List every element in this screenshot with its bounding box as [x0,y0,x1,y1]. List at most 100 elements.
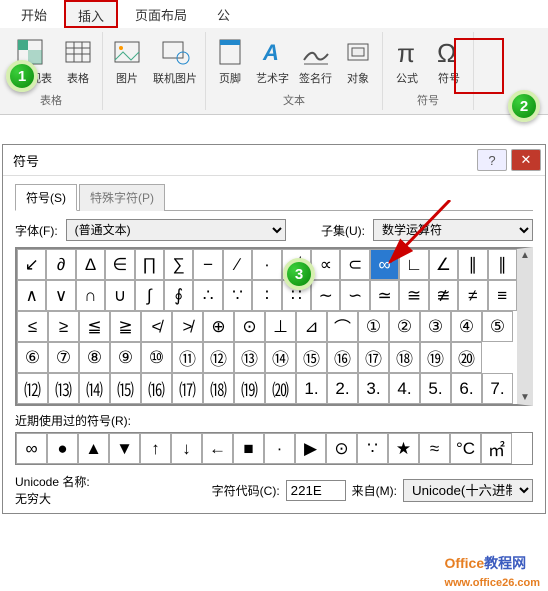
symbol-cell[interactable]: ≠ [458,280,487,311]
symbol-cell[interactable]: ∝ [311,249,340,280]
scroll-up-icon[interactable]: ▲ [519,249,531,262]
tab-insert[interactable]: 插入 [64,0,118,28]
symbol-cell[interactable]: ⊙ [234,311,265,342]
symbol-cell[interactable]: ⒁ [79,373,110,404]
symbol-cell[interactable]: ⒇ [265,373,296,404]
sigline-button[interactable]: 签名行 [297,34,334,88]
symbol-cell[interactable]: ≃ [370,280,399,311]
scroll-down-icon[interactable]: ▼ [519,391,531,404]
symbol-cell[interactable]: ∙ [252,249,281,280]
symbol-cell[interactable]: ⊥ [265,311,296,342]
symbol-cell[interactable]: ⑩ [141,342,172,373]
symbol-cell[interactable]: ⒅ [203,373,234,404]
symbol-cell[interactable]: ⑭ [265,342,296,373]
tab-special-chars[interactable]: 特殊字符(P) [79,184,165,211]
recent-symbol-cell[interactable]: ∙ [264,433,295,464]
symbol-cell[interactable]: ∪ [105,280,134,311]
symbol-cell[interactable]: ∽ [340,280,369,311]
symbol-cell[interactable]: ⑬ [234,342,265,373]
recent-symbol-cell[interactable]: ∵ [357,433,388,464]
symbol-cell[interactable]: ∞ [370,249,399,280]
symbol-cell[interactable]: ⊂ [340,249,369,280]
recent-symbol-cell[interactable]: ● [47,433,78,464]
recent-symbol-cell[interactable]: ← [202,433,233,464]
symbol-cell[interactable]: ⑨ [110,342,141,373]
symbol-cell[interactable]: ⑳ [451,342,482,373]
symbol-cell[interactable]: ∠ [429,249,458,280]
symbol-cell[interactable]: ∩ [76,280,105,311]
symbol-cell[interactable]: ≥ [48,311,79,342]
symbol-cell[interactable]: Δ [76,249,105,280]
recent-symbol-cell[interactable]: ⊙ [326,433,357,464]
dialog-close-button[interactable]: ✕ [511,149,541,171]
symbol-cell[interactable]: ⑪ [172,342,203,373]
symbol-cell[interactable]: ⒂ [110,373,141,404]
equation-button[interactable]: π 公式 [389,34,425,88]
symbol-cell[interactable]: 4. [389,373,420,404]
symbol-cell[interactable]: 2. [327,373,358,404]
symbol-cell[interactable]: ∮ [164,280,193,311]
picture-button[interactable]: 图片 [109,34,145,88]
symbol-cell[interactable]: ∥ [458,249,487,280]
symbol-cell[interactable]: ∏ [135,249,164,280]
recent-symbol-cell[interactable]: ≈ [419,433,450,464]
symbol-cell[interactable]: ∫ [135,280,164,311]
symbol-cell[interactable]: ≇ [429,280,458,311]
recent-symbol-cell[interactable]: ■ [233,433,264,464]
symbol-cell[interactable]: ⑧ [79,342,110,373]
symbol-cell[interactable]: ① [358,311,389,342]
tab-home[interactable]: 开始 [8,0,60,28]
symbol-cell[interactable]: 5. [420,373,451,404]
recent-symbol-cell[interactable]: ▼ [109,433,140,464]
grid-scrollbar[interactable]: ▲ ▼ [519,249,531,404]
symbol-cell[interactable]: ∕ [223,249,252,280]
symbol-cell[interactable]: ⑲ [420,342,451,373]
symbol-cell[interactable]: 6. [451,373,482,404]
symbol-cell[interactable]: ∑ [164,249,193,280]
symbol-cell[interactable]: ⒄ [172,373,203,404]
symbol-cell[interactable]: 3. [358,373,389,404]
symbol-cell[interactable]: ∥ [488,249,517,280]
symbol-cell[interactable]: ≧ [110,311,141,342]
symbol-cell[interactable]: ⑤ [482,311,513,342]
symbol-button[interactable]: Ω 符号 [431,34,467,88]
symbol-cell[interactable]: ∂ [46,249,75,280]
symbol-cell[interactable]: ⑮ [296,342,327,373]
online-picture-button[interactable]: 联机图片 [151,34,199,88]
header-footer-button[interactable]: 页脚 [212,34,248,88]
code-input[interactable] [286,480,346,501]
symbol-cell[interactable]: ≯ [172,311,203,342]
symbol-cell[interactable]: ⑿ [17,373,48,404]
symbol-cell[interactable]: ∶ [252,280,281,311]
symbol-cell[interactable]: ⑱ [389,342,420,373]
symbol-cell[interactable]: ⑫ [203,342,234,373]
symbol-cell[interactable]: − [193,249,222,280]
symbol-cell[interactable]: ⑰ [358,342,389,373]
symbol-cell[interactable]: ≡ [488,280,517,311]
recent-symbol-cell[interactable]: ★ [388,433,419,464]
object-button[interactable]: 对象 [340,34,376,88]
symbol-cell[interactable]: ③ [420,311,451,342]
from-select[interactable]: Unicode(十六进制) [403,479,533,502]
symbol-cell[interactable]: ≦ [79,311,110,342]
symbol-cell[interactable]: ⑯ [327,342,358,373]
symbol-cell[interactable]: ∨ [46,280,75,311]
symbol-cell[interactable]: ∵ [223,280,252,311]
symbol-cell[interactable]: ∈ [105,249,134,280]
symbol-cell[interactable]: 1. [296,373,327,404]
symbol-cell[interactable]: ⒃ [141,373,172,404]
recent-symbol-cell[interactable]: ㎡ [481,433,512,464]
symbol-cell[interactable]: ⌒ [327,311,358,342]
symbol-cell[interactable]: ∴ [193,280,222,311]
font-select[interactable]: (普通文本) [66,219,286,241]
symbol-cell[interactable]: ∼ [311,280,340,311]
recent-symbol-cell[interactable]: ▶ [295,433,326,464]
symbol-cell[interactable]: ≤ [17,311,48,342]
dialog-help-button[interactable]: ? [477,149,507,171]
symbol-cell[interactable]: ≮ [141,311,172,342]
symbol-cell[interactable]: ⊿ [296,311,327,342]
recent-symbol-cell[interactable]: ▲ [78,433,109,464]
symbol-cell[interactable]: ⊕ [203,311,234,342]
symbol-cell[interactable]: ∟ [399,249,428,280]
tab-layout[interactable]: 页面布局 [122,0,200,28]
